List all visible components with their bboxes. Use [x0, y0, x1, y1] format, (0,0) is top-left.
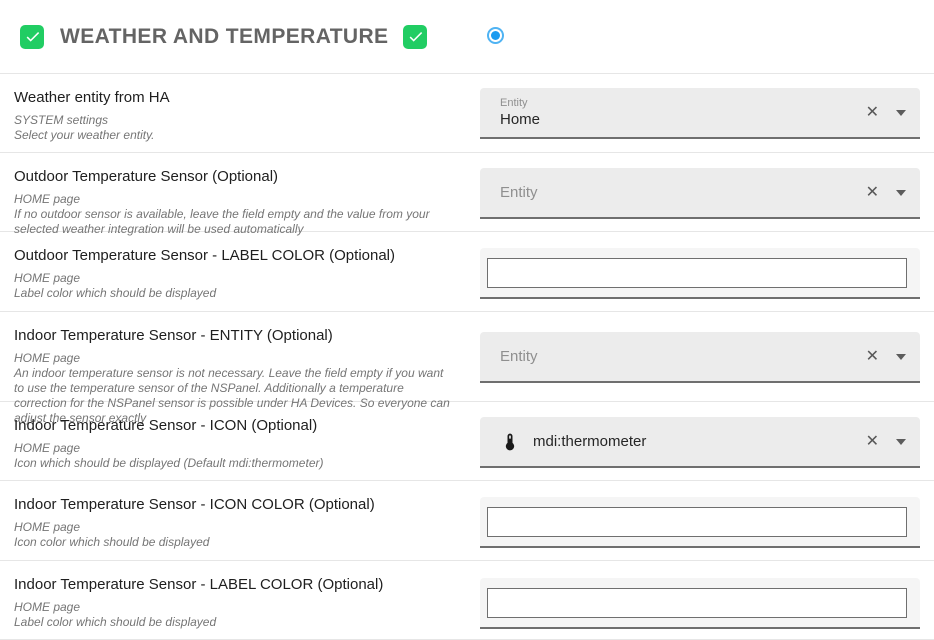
setting-row-indoor-icon-color: Indoor Temperature Sensor - ICON COLOR (…	[0, 481, 934, 561]
indoor-icon-color-input[interactable]	[487, 507, 907, 537]
select-value: Home	[500, 111, 540, 128]
select-floating-label: Entity	[500, 97, 540, 109]
row-subtitle: SYSTEM settings	[14, 113, 456, 128]
clear-icon[interactable]: ✕	[866, 105, 879, 121]
row-title: Indoor Temperature Sensor - ENTITY (Opti…	[14, 327, 456, 344]
row-title: Indoor Temperature Sensor - ICON COLOR (…	[14, 496, 456, 513]
row-description: Icon which should be displayed (Default …	[14, 456, 456, 471]
dropdown-caret-icon[interactable]	[896, 190, 906, 196]
row-description: Icon color which should be displayed	[14, 535, 456, 550]
checkmark-icon	[407, 28, 424, 45]
clear-icon[interactable]: ✕	[866, 185, 879, 201]
row-subtitle: HOME page	[14, 271, 456, 286]
indoor-label-color-input[interactable]	[487, 588, 907, 618]
setting-row-outdoor-label-color: Outdoor Temperature Sensor - LABEL COLOR…	[0, 232, 934, 312]
indoor-label-color-field	[480, 578, 920, 629]
clear-icon[interactable]: ✕	[866, 349, 879, 365]
row-title: Outdoor Temperature Sensor (Optional)	[14, 168, 456, 185]
row-subtitle: HOME page	[14, 600, 456, 615]
row-subtitle: HOME page	[14, 351, 456, 366]
select-placeholder: Entity	[500, 348, 538, 365]
row-description: Select your weather entity.	[14, 128, 456, 143]
section-title: WEATHER AND TEMPERATURE	[60, 25, 388, 49]
outdoor-sensor-select[interactable]: Entity ✕	[480, 168, 920, 219]
row-title: Indoor Temperature Sensor - LABEL COLOR …	[14, 576, 456, 593]
outdoor-label-color-field	[480, 248, 920, 299]
section-checkbox-right[interactable]	[403, 25, 427, 49]
section-checkbox-left[interactable]	[20, 25, 44, 49]
select-placeholder: Entity	[500, 184, 538, 201]
row-description: Label color which should be displayed	[14, 615, 456, 630]
indoor-sensor-select[interactable]: Entity ✕	[480, 332, 920, 383]
row-title: Indoor Temperature Sensor - ICON (Option…	[14, 417, 456, 434]
row-title: Weather entity from HA	[14, 89, 456, 106]
dropdown-caret-icon[interactable]	[896, 354, 906, 360]
section-radio[interactable]	[487, 27, 504, 44]
select-value: mdi:thermometer	[533, 433, 646, 450]
indoor-icon-color-field	[480, 497, 920, 548]
setting-row-weather-entity: Weather entity from HA SYSTEM settings S…	[0, 74, 934, 153]
dropdown-caret-icon[interactable]	[896, 110, 906, 116]
row-subtitle: HOME page	[14, 520, 456, 535]
dropdown-caret-icon[interactable]	[896, 439, 906, 445]
row-description: Label color which should be displayed	[14, 286, 456, 301]
row-title: Outdoor Temperature Sensor - LABEL COLOR…	[14, 247, 456, 264]
setting-row-outdoor-sensor: Outdoor Temperature Sensor (Optional) HO…	[0, 153, 934, 232]
clear-icon[interactable]: ✕	[866, 434, 879, 450]
setting-row-indoor-icon: Indoor Temperature Sensor - ICON (Option…	[0, 402, 934, 481]
checkmark-icon	[24, 28, 41, 45]
outdoor-label-color-input[interactable]	[487, 258, 907, 288]
setting-row-indoor-sensor: Indoor Temperature Sensor - ENTITY (Opti…	[0, 312, 934, 402]
indoor-icon-select[interactable]: mdi:thermometer ✕	[480, 417, 920, 468]
radio-dot	[491, 31, 500, 40]
row-subtitle: HOME page	[14, 441, 456, 456]
section-header: WEATHER AND TEMPERATURE	[0, 0, 934, 74]
weather-entity-select[interactable]: Entity Home ✕	[480, 88, 920, 139]
thermometer-icon	[500, 432, 520, 452]
row-subtitle: HOME page	[14, 192, 456, 207]
setting-row-indoor-label-color: Indoor Temperature Sensor - LABEL COLOR …	[0, 561, 934, 640]
